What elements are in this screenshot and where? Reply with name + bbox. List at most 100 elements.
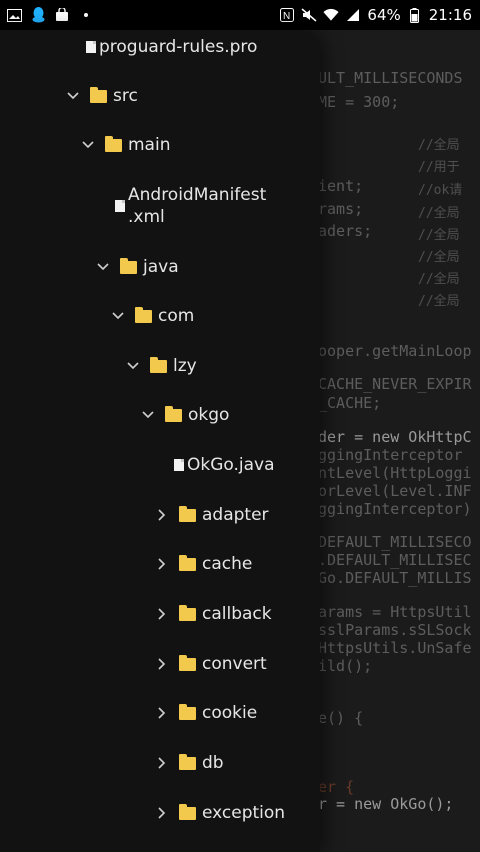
folder-icon — [179, 605, 196, 621]
code-line: der = new OkHttpC — [318, 428, 472, 446]
tree-item-folder[interactable]: cache — [155, 553, 252, 575]
tree-item-folder[interactable]: adapter — [155, 504, 269, 526]
tree-item-label: main — [128, 135, 171, 155]
code-line: ME = 300; — [318, 93, 400, 111]
code-line: ggingInterceptor) — [318, 500, 472, 518]
folder-icon — [179, 555, 196, 571]
code-line: ULT_MILLISECONDS — [318, 69, 463, 87]
tree-item-label: cache — [202, 554, 253, 574]
chevron-right-icon[interactable] — [155, 553, 169, 575]
dot-icon — [78, 7, 94, 23]
tree-item-folder[interactable]: com — [111, 305, 194, 327]
code-comment: //全局 — [418, 138, 460, 153]
chevron-right-icon[interactable] — [155, 802, 169, 824]
tree-item-label: lzy — [173, 356, 197, 376]
tree-item-label-group: AndroidManifest .xml — [128, 184, 266, 228]
chevron-down-icon[interactable] — [81, 134, 95, 156]
tree-item-folder[interactable]: exception — [155, 802, 285, 824]
image-icon — [6, 7, 22, 23]
code-line: e() { — [318, 709, 364, 727]
status-bar: N 64% 21:16 — [0, 0, 480, 30]
tree-item-folder[interactable]: cookie — [155, 702, 257, 724]
code-comment: //ok请 — [418, 183, 463, 198]
tree-item-label: okgo — [188, 405, 230, 425]
battery-percent: 64% — [367, 6, 401, 24]
nfc-icon: N — [279, 7, 295, 23]
status-left-icons — [0, 7, 94, 23]
tree-item-label: src — [113, 86, 138, 106]
chevron-right-icon[interactable] — [155, 702, 169, 724]
tree-item-label: cookie — [202, 703, 258, 723]
tree-item-folder[interactable]: java — [96, 256, 179, 278]
chevron-right-icon[interactable] — [155, 504, 169, 526]
folder-icon — [179, 754, 196, 770]
code-comment: //全局 — [418, 272, 460, 287]
tree-item-label: adapter — [202, 505, 269, 525]
folder-icon — [179, 804, 196, 820]
chevron-right-icon[interactable] — [155, 653, 169, 675]
tree-item-folder[interactable]: src — [66, 85, 138, 107]
code-line: ooper.getMainLoop — [318, 342, 472, 360]
tree-item-label: db — [202, 753, 224, 773]
battery-icon — [407, 7, 423, 23]
code-line: .DEFAULT_MILLISEC — [318, 551, 472, 569]
tree-item-folder[interactable]: okgo — [141, 404, 229, 426]
tree-item-folder[interactable]: callback — [155, 603, 272, 625]
tree-item-folder[interactable]: convert — [155, 653, 267, 675]
code-line: ild(); — [318, 657, 373, 675]
tree-item-label: convert — [202, 654, 267, 674]
tree-item-label: exception — [202, 803, 286, 823]
code-comment: //全局 — [418, 206, 460, 221]
chevron-down-icon[interactable] — [126, 355, 140, 377]
file-icon — [174, 459, 184, 471]
chevron-down-icon[interactable] — [141, 404, 155, 426]
code-line: ggingInterceptor — [318, 446, 463, 464]
code-line: r = new OkGo(); — [318, 795, 454, 813]
chevron-down-icon[interactable] — [66, 85, 80, 107]
folder-icon — [179, 704, 196, 720]
chevron-down-icon[interactable] — [96, 256, 110, 278]
code-line: arams = HttpsUtil — [318, 603, 472, 621]
folder-icon — [105, 136, 122, 152]
qq-penguin-icon — [30, 7, 46, 23]
tree-item-folder[interactable]: main — [81, 134, 170, 156]
file-icon — [86, 41, 96, 53]
folder-icon — [179, 655, 196, 671]
tree-item-label: OkGo.java — [187, 455, 275, 475]
tree-item-folder[interactable]: db — [155, 752, 224, 774]
bag-icon — [54, 7, 70, 23]
folder-icon — [179, 506, 196, 522]
chevron-right-icon[interactable] — [155, 603, 169, 625]
code-comment: //全局 — [418, 250, 460, 265]
code-comment: //全局 — [418, 294, 460, 309]
tree-item-label: java — [143, 257, 179, 277]
code-line: er { — [318, 778, 355, 796]
folder-icon — [150, 357, 167, 373]
code-line: ntLevel(HttpLoggi — [318, 464, 472, 482]
file-icon — [115, 200, 125, 212]
code-line: sslParams.sSLSock — [318, 621, 472, 639]
chevron-down-icon[interactable] — [111, 305, 125, 327]
tree-item-file[interactable]: proguard-rules.pro — [86, 36, 257, 58]
tree-item-label: com — [158, 306, 195, 326]
code-line: rams; — [318, 200, 364, 218]
tree-item-folder[interactable]: lzy — [126, 355, 197, 377]
tree-item-label: callback — [202, 604, 272, 624]
folder-icon — [135, 307, 152, 323]
mute-icon — [301, 7, 317, 23]
tree-item-file[interactable]: AndroidManifest .xml — [115, 184, 266, 228]
folder-icon — [120, 258, 137, 274]
code-comment: //全局 — [418, 228, 460, 243]
code-line: CACHE_NEVER_EXPIR — [318, 375, 472, 393]
code-line: ient; — [318, 177, 364, 195]
tree-item-file[interactable]: OkGo.java — [174, 454, 275, 476]
clock: 21:16 — [428, 6, 472, 24]
svg-text:N: N — [283, 11, 290, 22]
tree-item-label: proguard-rules.pro — [99, 37, 258, 57]
chevron-right-icon[interactable] — [155, 752, 169, 774]
file-tree-drawer: proguard-rules.pro src main AndroidManif… — [0, 30, 320, 852]
code-line: Go.DEFAULT_MILLIS — [318, 569, 472, 587]
folder-icon — [90, 87, 107, 103]
status-right-icons: N 64% 21:16 — [279, 6, 480, 24]
code-line: orLevel(Level.INF — [318, 482, 472, 500]
